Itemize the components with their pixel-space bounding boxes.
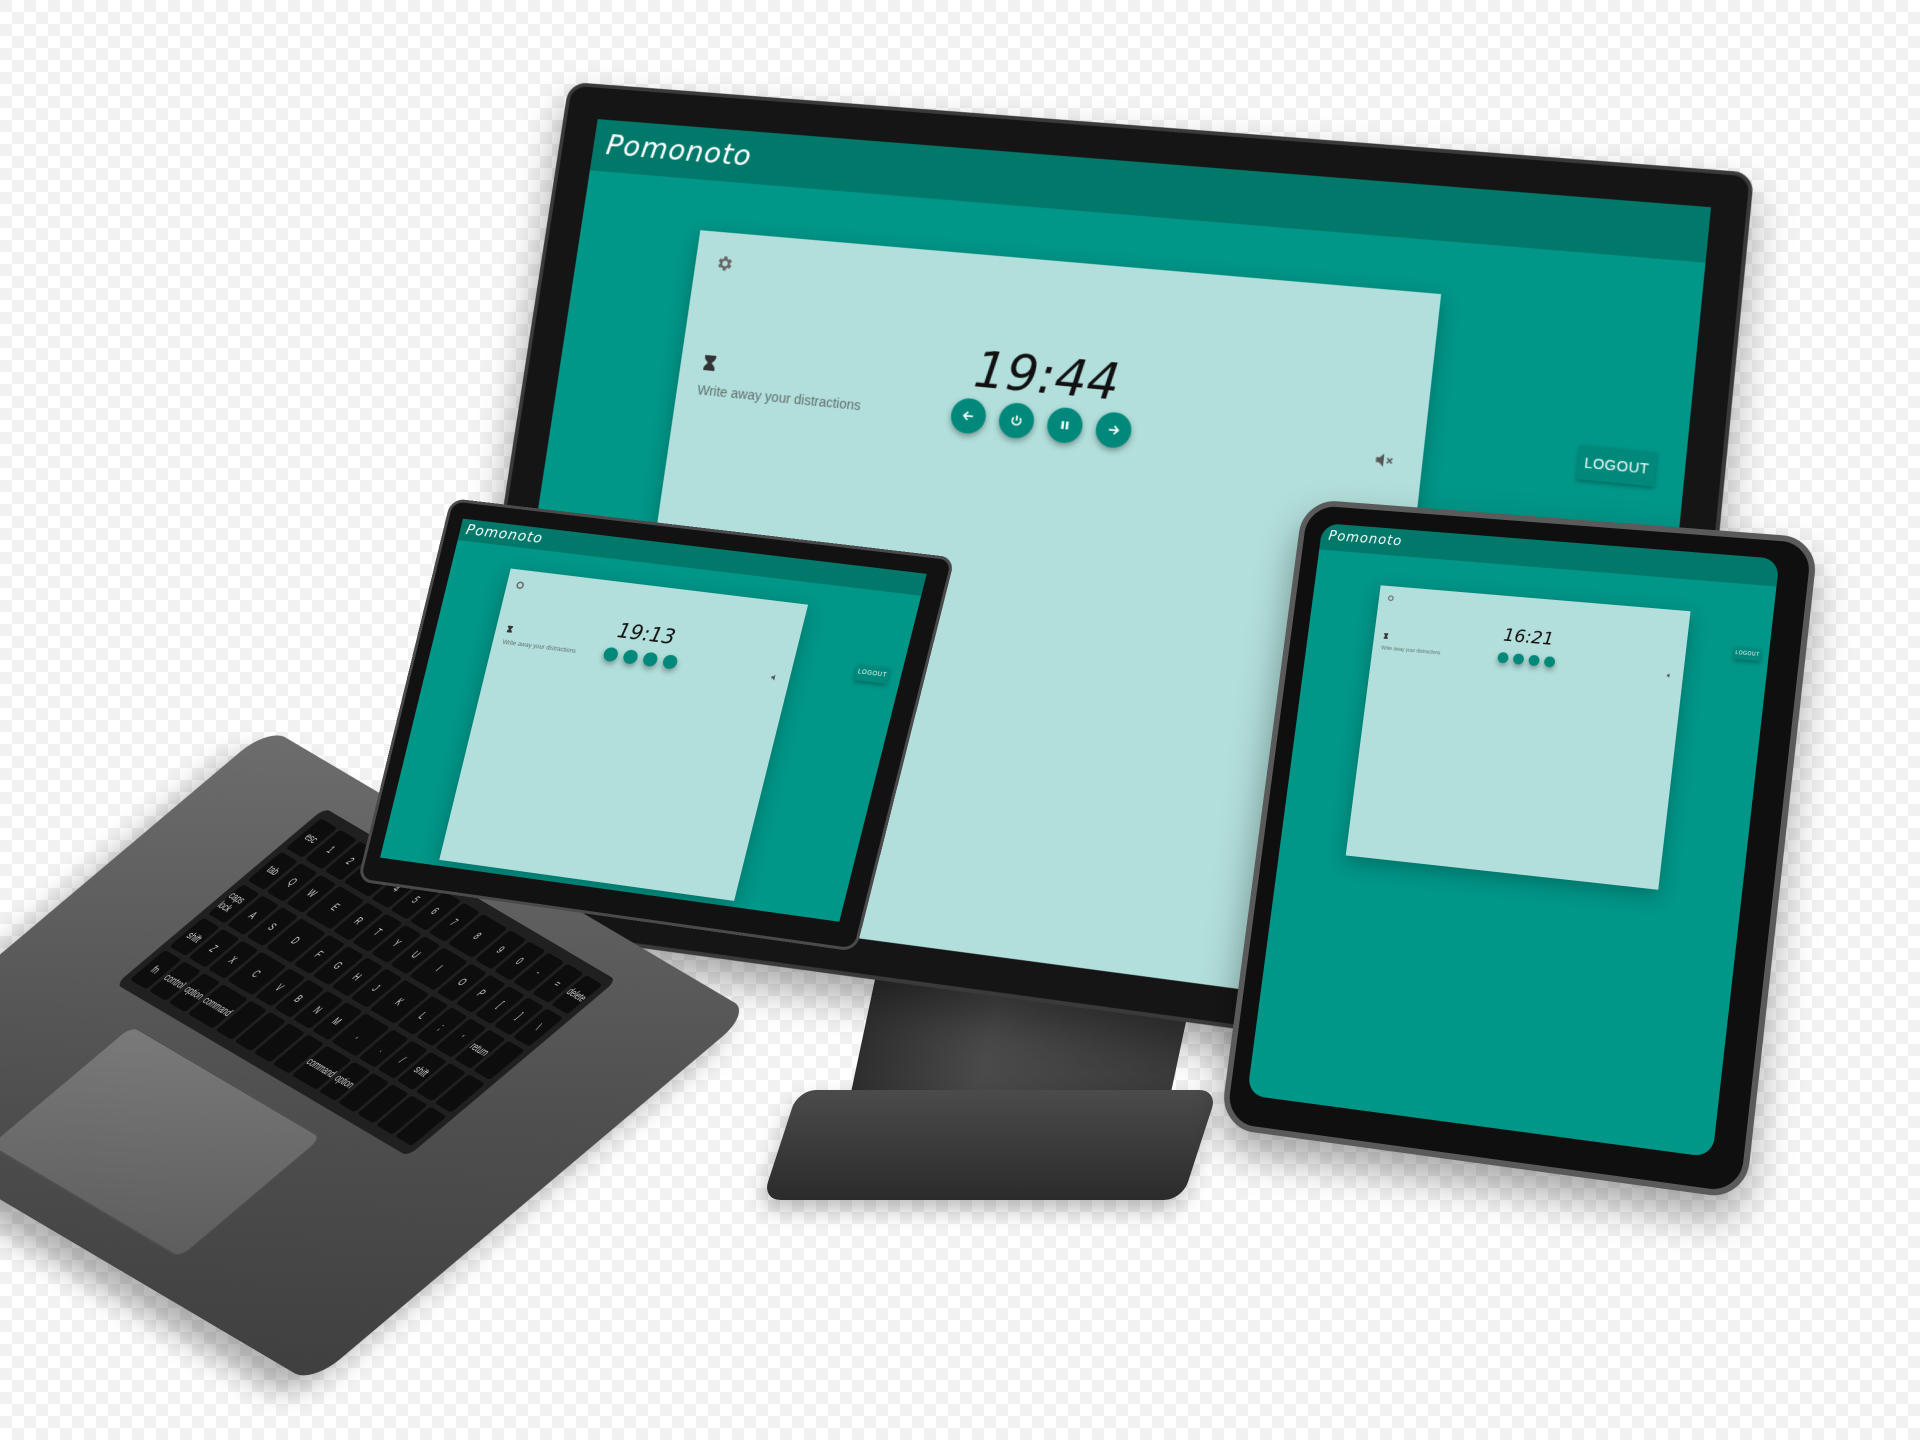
pause-icon[interactable] bbox=[1528, 655, 1540, 667]
timer-card: 16:21 Write away your distractions bbox=[1346, 585, 1691, 890]
tablet: Pomonoto LOGOUT 16:21 Write away your di… bbox=[1220, 499, 1819, 1200]
arrow-right-icon[interactable] bbox=[1094, 411, 1134, 449]
logout-button[interactable]: LOGOUT bbox=[854, 664, 891, 684]
hourglass-icon bbox=[700, 354, 719, 373]
power-icon[interactable] bbox=[1512, 653, 1524, 665]
power-icon[interactable] bbox=[622, 649, 639, 664]
mute-icon[interactable] bbox=[1665, 671, 1674, 680]
hourglass-icon bbox=[1382, 632, 1389, 639]
pause-icon[interactable] bbox=[642, 652, 659, 667]
arrow-right-icon[interactable] bbox=[661, 654, 678, 670]
logout-button[interactable]: LOGOUT bbox=[1734, 647, 1762, 661]
arrow-left-icon[interactable] bbox=[602, 647, 619, 662]
arrow-left-icon[interactable] bbox=[1497, 652, 1509, 664]
laptop-screen: Pomonoto LOGOUT 19:13 Write away your di… bbox=[380, 519, 927, 922]
device-mockup-stage: Pomonoto LOGOUT 19:44 Write away your di… bbox=[0, 0, 1920, 1440]
hourglass-icon bbox=[505, 624, 515, 633]
mute-icon[interactable] bbox=[1370, 447, 1397, 473]
logout-button[interactable]: LOGOUT bbox=[1576, 445, 1657, 487]
gear-icon[interactable] bbox=[514, 579, 526, 590]
monitor-stand-base bbox=[762, 1090, 1218, 1200]
arrow-right-icon[interactable] bbox=[1543, 656, 1555, 668]
gear-icon[interactable] bbox=[1386, 594, 1395, 602]
timer-card: 19:13 Write away your distractions bbox=[439, 568, 808, 900]
arrow-left-icon[interactable] bbox=[949, 397, 988, 435]
tablet-screen: Pomonoto LOGOUT 16:21 Write away your di… bbox=[1247, 523, 1780, 1157]
laptop: Pomonoto LOGOUT 19:13 Write away your di… bbox=[357, 498, 955, 952]
gear-icon[interactable] bbox=[713, 252, 736, 274]
power-icon[interactable] bbox=[997, 402, 1036, 440]
pause-icon[interactable] bbox=[1045, 406, 1084, 444]
